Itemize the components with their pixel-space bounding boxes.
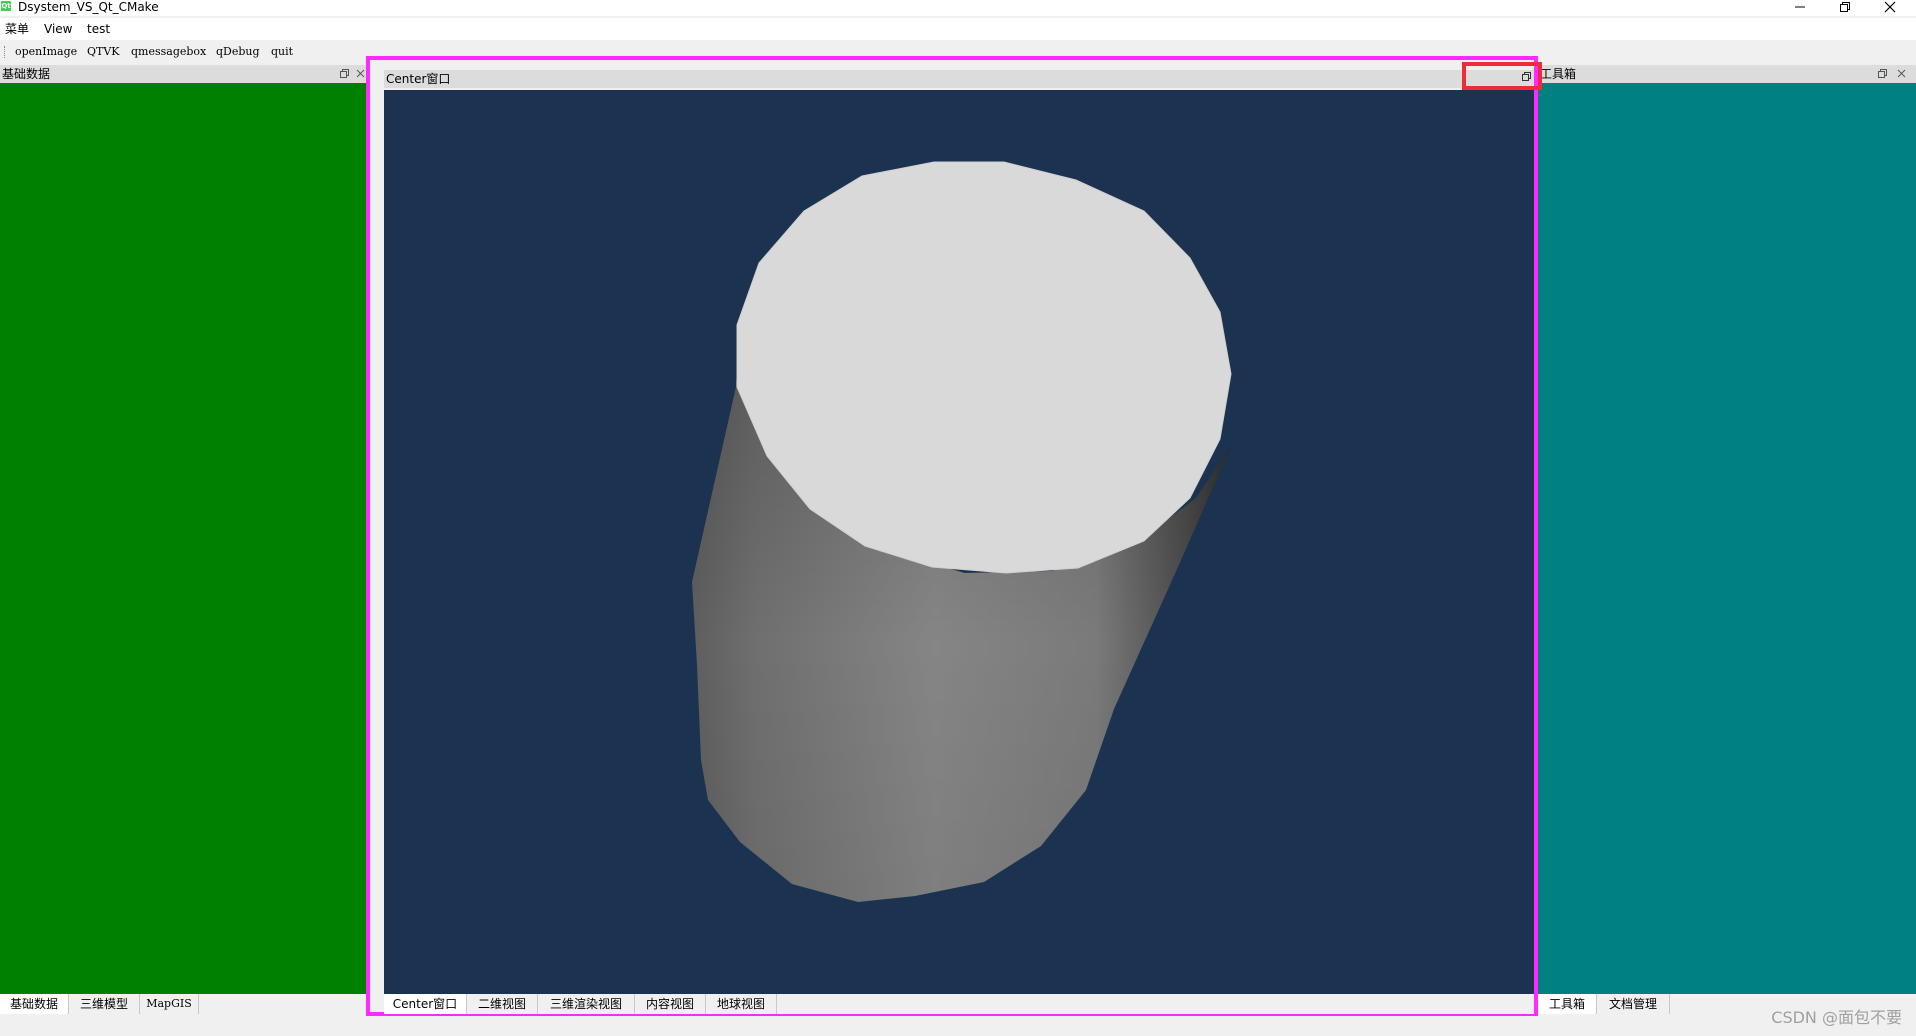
tab-mapgis[interactable]: MapGIS <box>140 994 199 1014</box>
title-bar[interactable]: Qt Dsystem_VS_Qt_CMake <box>0 0 1916 16</box>
tab-2d-view[interactable]: 二维视图 <box>467 994 538 1014</box>
center-dock-title-bar[interactable]: Center窗口 <box>384 70 1534 88</box>
tab-3d-render-view[interactable]: 三维渲染视图 <box>538 994 635 1014</box>
cylinder-render <box>692 161 1232 902</box>
tab-globe-view[interactable]: 地球视图 <box>706 994 777 1014</box>
restore-button[interactable] <box>1825 0 1865 14</box>
center-window-highlight-frame: Center窗口 Center窗口 二维视图 三维渲染视图 内容视图 地球视图 <box>366 56 1542 1016</box>
app-window: Qt Dsystem_VS_Qt_CMake 菜单 View test open… <box>0 0 1916 1036</box>
qt-app-icon: Qt <box>1 1 11 11</box>
left-dock-tab-bar: 基础数据 三维模型 MapGIS <box>0 994 366 1016</box>
toolbar-qdebug-button[interactable]: qDebug <box>216 44 260 60</box>
toolbar-qtvk-button[interactable]: QTVK <box>87 44 120 60</box>
left-dock-title: 基础数据 <box>2 67 51 81</box>
tab-3d-model[interactable]: 三维模型 <box>69 994 140 1014</box>
tab-toolbox[interactable]: 工具箱 <box>1538 994 1597 1014</box>
right-dock-title: 工具箱 <box>1540 67 1577 81</box>
tab-center-window[interactable]: Center窗口 <box>384 994 467 1014</box>
tab-document-management[interactable]: 文档管理 <box>1597 994 1670 1014</box>
dock-close-icon[interactable] <box>356 69 365 78</box>
toolbar-quit-button[interactable]: quit <box>271 44 293 60</box>
menu-item-test[interactable]: test <box>85 21 112 37</box>
right-dock-panel <box>1538 83 1916 994</box>
menu-item-caidan[interactable]: 菜单 <box>3 21 31 37</box>
center-window-title: Center窗口 <box>386 72 451 86</box>
left-dock-panel <box>0 83 366 994</box>
tab-content-view[interactable]: 内容视图 <box>635 994 706 1014</box>
tab-basic-data[interactable]: 基础数据 <box>0 994 69 1014</box>
window-title: Dsystem_VS_Qt_CMake <box>18 0 159 14</box>
dock-close-icon[interactable] <box>1897 69 1906 78</box>
menu-item-view[interactable]: View <box>42 21 74 37</box>
menu-bar: 菜单 View test <box>0 18 1916 40</box>
dock-float-icon[interactable] <box>340 69 350 79</box>
toolbar-open-image-button[interactable]: openImage <box>15 44 77 60</box>
center-tab-bar: Center窗口 二维视图 三维渲染视图 内容视图 地球视图 <box>384 994 1534 1014</box>
right-dock-title-bar[interactable]: 工具箱 <box>1538 65 1916 83</box>
center-float-button[interactable] <box>1462 62 1542 90</box>
toolbar-qmessagebox-button[interactable]: qmessagebox <box>131 44 206 60</box>
csdn-watermark: CSDN @面包不要 <box>1771 1008 1902 1027</box>
minimize-button[interactable] <box>1780 0 1820 14</box>
toolbar-handle[interactable] <box>4 46 7 58</box>
restore-icon <box>1522 72 1531 81</box>
left-dock-title-bar[interactable]: 基础数据 <box>0 65 366 83</box>
restore-icon <box>1840 2 1850 12</box>
minimize-icon <box>1795 6 1805 8</box>
vtk-3d-viewport[interactable] <box>384 90 1534 1000</box>
close-icon <box>1884 1 1896 13</box>
dock-float-icon[interactable] <box>1878 69 1888 79</box>
close-button[interactable] <box>1870 0 1910 14</box>
